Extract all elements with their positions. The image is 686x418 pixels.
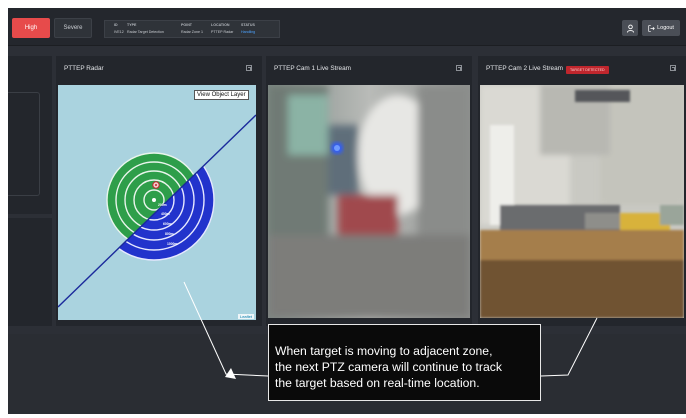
annotation-callout: When target is moving to adjacent zone, … — [268, 324, 541, 401]
callout-line-3: the target based on real-time location. — [275, 376, 480, 390]
callout-line-1: When target is moving to adjacent zone, — [275, 344, 493, 358]
callout-line-2: the next PTZ camera will continue to tra… — [275, 360, 502, 374]
